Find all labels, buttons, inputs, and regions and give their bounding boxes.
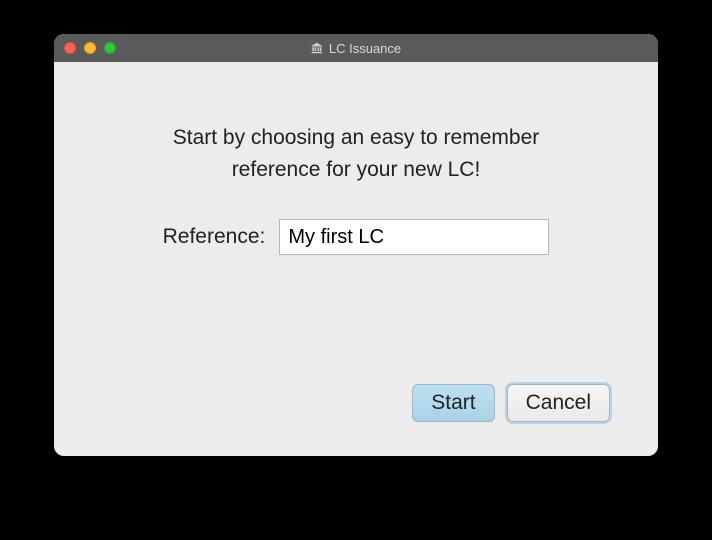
button-row: Start Cancel [94, 384, 618, 436]
window-title-area: LC Issuance [311, 41, 401, 56]
reference-label: Reference: [163, 225, 266, 249]
cancel-button[interactable]: Cancel [507, 384, 610, 422]
bank-icon [311, 42, 323, 54]
titlebar: LC Issuance [54, 34, 658, 62]
start-button[interactable]: Start [412, 384, 494, 422]
maximize-window-button[interactable] [104, 42, 116, 54]
minimize-window-button[interactable] [84, 42, 96, 54]
dialog-content: Start by choosing an easy to remember re… [54, 62, 658, 456]
instruction-line-2: reference for your new LC! [94, 154, 618, 186]
instruction-line-1: Start by choosing an easy to remember [94, 122, 618, 154]
reference-input[interactable] [279, 219, 549, 255]
reference-row: Reference: [94, 219, 618, 255]
dialog-window: LC Issuance Start by choosing an easy to… [54, 34, 658, 456]
close-window-button[interactable] [64, 42, 76, 54]
traffic-lights [64, 42, 116, 54]
window-title: LC Issuance [329, 41, 401, 56]
instruction-text: Start by choosing an easy to remember re… [94, 122, 618, 185]
